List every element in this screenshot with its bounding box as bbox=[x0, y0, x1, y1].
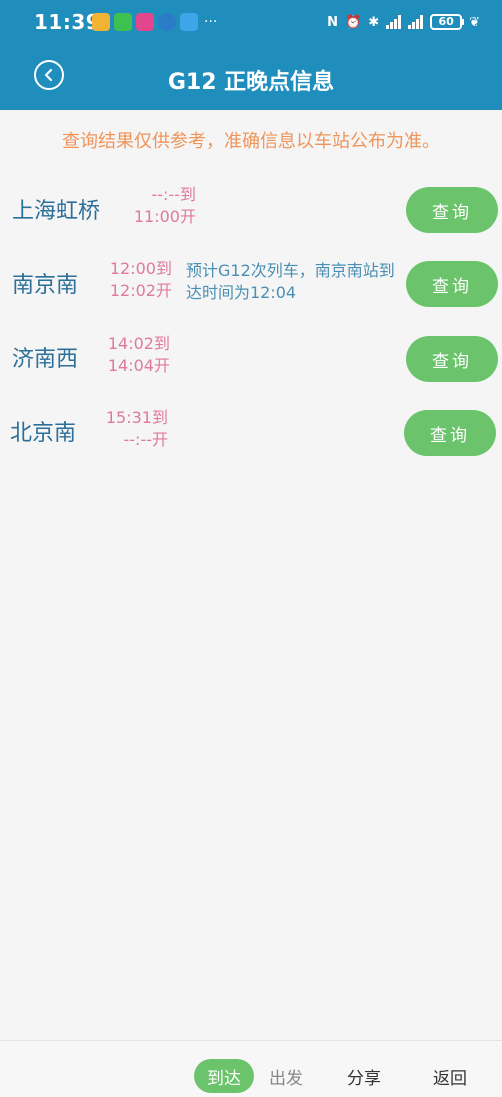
station-name: 济南西 bbox=[12, 347, 79, 372]
station-row: 上海虹桥 --:--到 11:00开 查询 bbox=[0, 184, 502, 244]
station-name: 北京南 bbox=[10, 421, 77, 446]
bluetooth-icon: ✱ bbox=[368, 14, 380, 30]
signal-1-icon bbox=[386, 15, 402, 29]
nfc-icon: N bbox=[327, 14, 338, 30]
signal-2-icon bbox=[408, 15, 424, 29]
alarm-icon: ⏰ bbox=[345, 14, 362, 30]
battery-icon: 60 bbox=[430, 14, 465, 30]
wechat-app-icon bbox=[114, 13, 132, 31]
browser-app-icon bbox=[180, 13, 198, 31]
station-times: 15:31到 --:--开 bbox=[100, 407, 168, 451]
share-button[interactable]: 分享 bbox=[344, 1059, 384, 1093]
query-button[interactable]: 查询 bbox=[406, 261, 498, 307]
delay-info: 预计G12次列车，南京南站到达时间为12:04 bbox=[186, 261, 395, 302]
station-name: 南京南 bbox=[12, 273, 79, 298]
status-right-group: N ⏰ ✱ 60 ❦ bbox=[327, 14, 480, 30]
station-row: 南京南 12:00到 12:02开 预计G12次列车，南京南站到达时间为12:0… bbox=[0, 258, 502, 318]
station-times: 12:00到 12:02开 bbox=[104, 258, 172, 302]
social-app-icon bbox=[136, 13, 154, 31]
gallery-app-icon bbox=[92, 13, 110, 31]
arrive-time: 12:00到 bbox=[109, 259, 172, 278]
qq-app-icon bbox=[158, 13, 176, 31]
station-row: 济南西 14:02到 14:04开 查询 bbox=[0, 333, 502, 393]
depart-time: 11:00开 bbox=[133, 207, 196, 226]
depart-time: 12:02开 bbox=[109, 281, 172, 300]
depart-time: --:--开 bbox=[123, 430, 169, 449]
query-button[interactable]: 查询 bbox=[404, 410, 496, 456]
station-row: 北京南 15:31到 --:--开 查询 bbox=[0, 407, 502, 467]
depart-time: 14:04开 bbox=[107, 356, 170, 375]
leaf-icon: ❦ bbox=[469, 14, 480, 30]
station-times: 14:02到 14:04开 bbox=[102, 333, 170, 377]
more-notifications-icon: ··· bbox=[204, 14, 218, 30]
arrive-time: 14:02到 bbox=[107, 334, 170, 353]
status-bar: 11:39 ··· N ⏰ ✱ 60 ❦ bbox=[0, 0, 502, 44]
app-header: 11:39 ··· N ⏰ ✱ 60 ❦ G12 正晚点信息 bbox=[0, 0, 502, 110]
notice-text: 查询结果仅供参考，准确信息以车站公布为准。 bbox=[62, 131, 440, 152]
station-times: --:--到 11:00开 bbox=[130, 184, 196, 228]
tab-arrive[interactable]: 到达 bbox=[194, 1059, 254, 1093]
query-button[interactable]: 查询 bbox=[406, 187, 498, 233]
query-button[interactable]: 查询 bbox=[406, 336, 498, 382]
station-name: 上海虹桥 bbox=[12, 199, 101, 224]
return-button[interactable]: 返回 bbox=[430, 1059, 470, 1093]
status-time: 11:39 bbox=[34, 10, 101, 34]
tab-depart[interactable]: 出发 bbox=[266, 1059, 306, 1093]
arrive-time: 15:31到 bbox=[105, 408, 168, 427]
status-app-icons: ··· bbox=[92, 13, 217, 31]
page-title: G12 正晚点信息 bbox=[167, 70, 335, 95]
bottom-nav: 到达 出发 分享 返回 bbox=[0, 1040, 502, 1097]
arrive-time: --:--到 bbox=[151, 185, 197, 204]
